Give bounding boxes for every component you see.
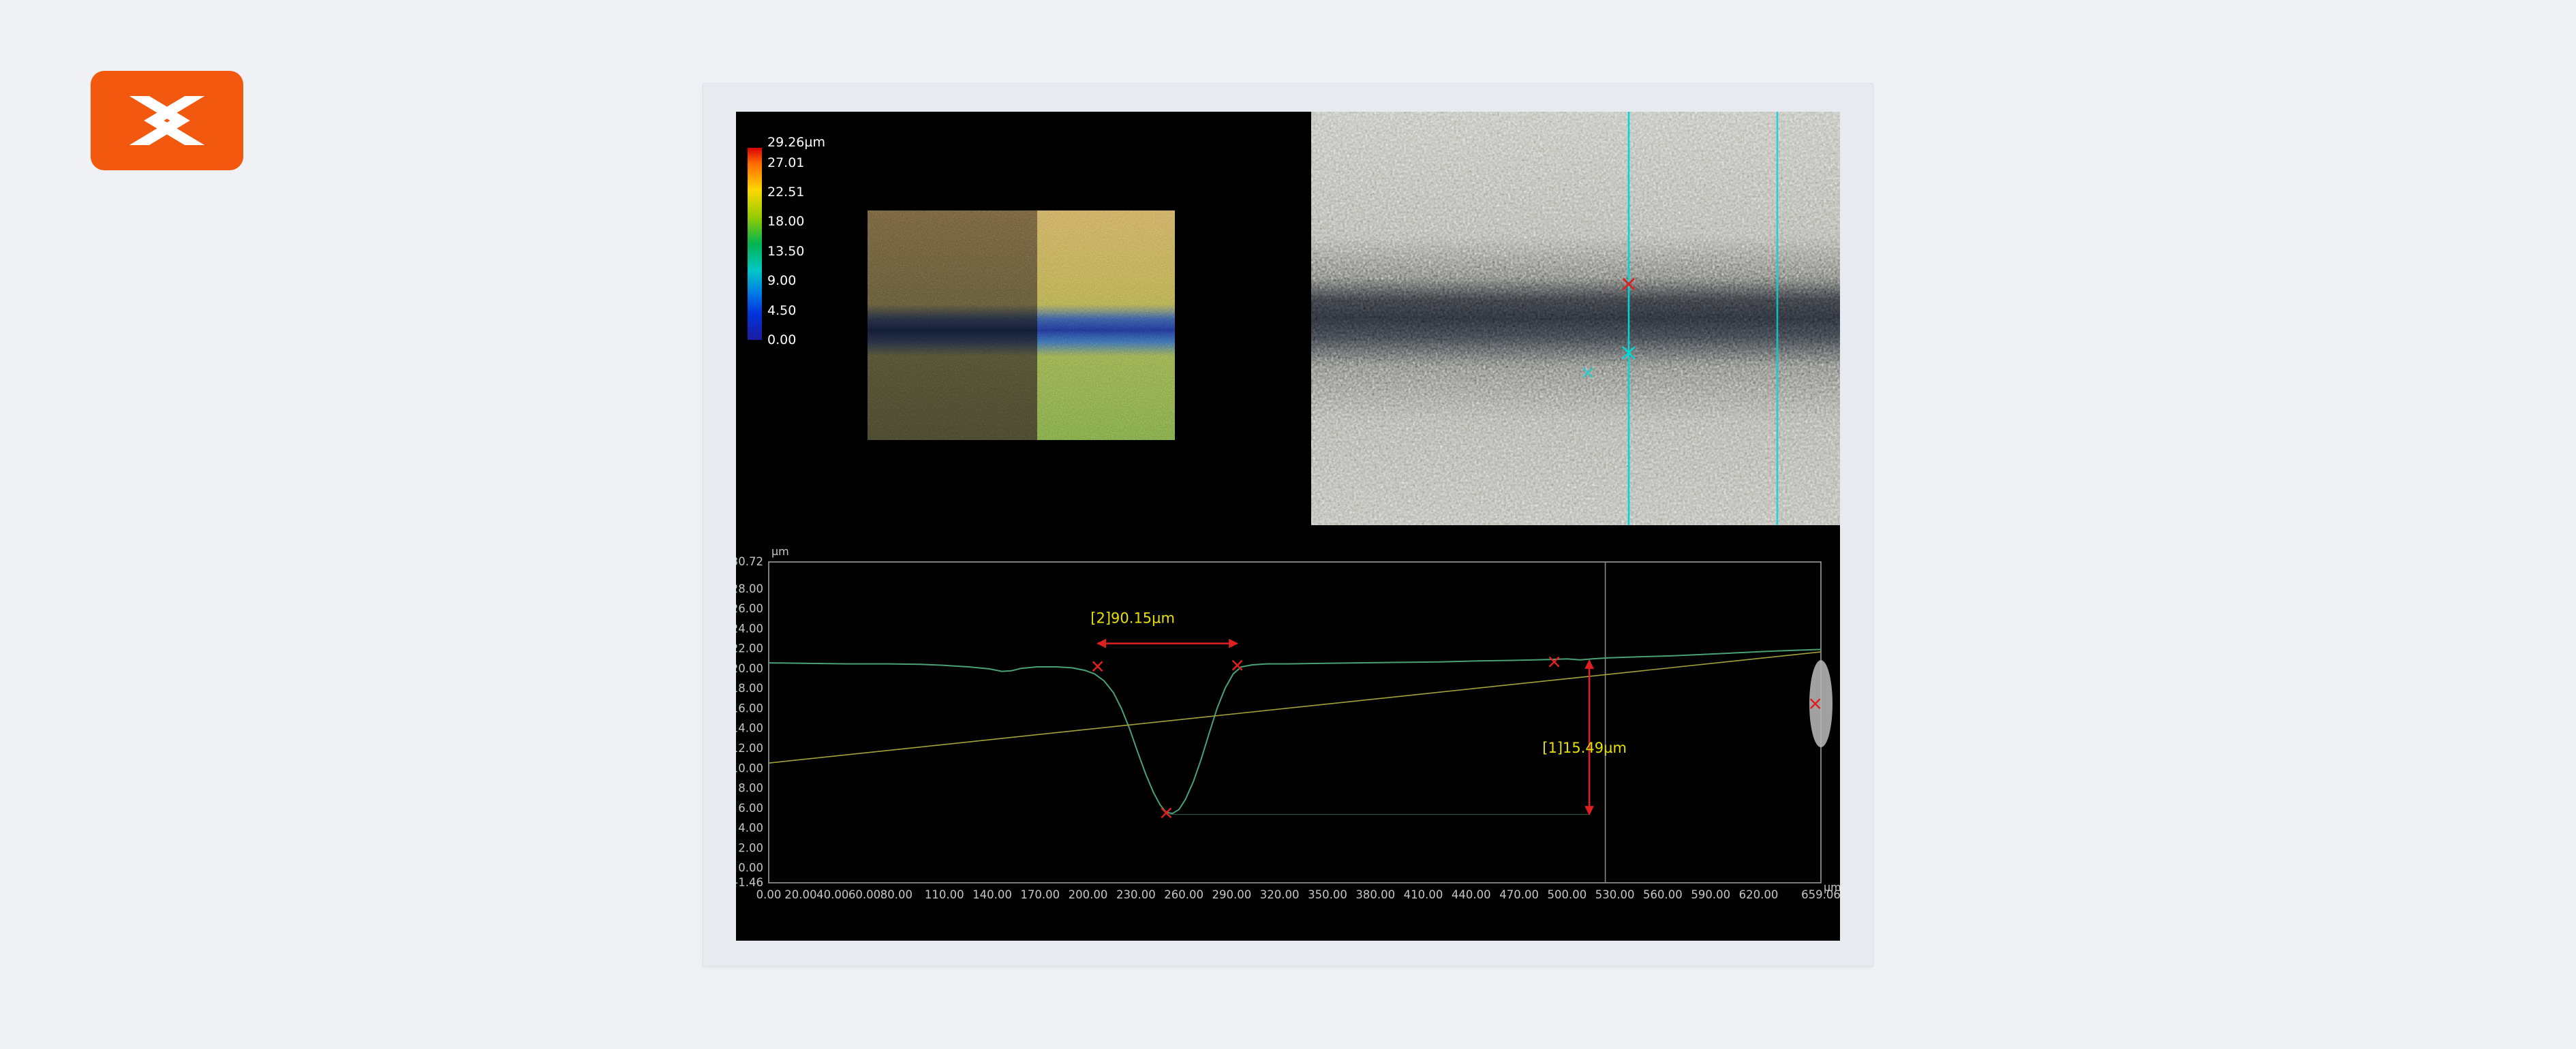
legend-label: 13.50 <box>767 244 804 259</box>
surface-profile <box>769 649 1821 813</box>
svg-text:20.00: 20.00 <box>784 888 816 901</box>
svg-text:470.00: 470.00 <box>1499 888 1539 901</box>
svg-text:20.00: 20.00 <box>736 662 763 675</box>
x-axis-unit: µm <box>1824 881 1840 894</box>
y-axis-labels: 30.72 28.00 26.00 24.00 22.00 20.00 18.00 16.00… <box>736 555 763 889</box>
svg-text:40.00: 40.00 <box>816 888 848 901</box>
measure-mark <box>1093 661 1103 671</box>
page: { "colors": { "brand_orange": "#f3580f",… <box>0 0 2576 1049</box>
svg-text:12.00: 12.00 <box>736 742 763 755</box>
height-map-render <box>868 210 1175 440</box>
svg-text:30.72: 30.72 <box>736 555 763 568</box>
height-map-image <box>868 210 1175 440</box>
svg-text:0.00: 0.00 <box>756 888 782 901</box>
svg-text:18.00: 18.00 <box>736 682 763 695</box>
measure-mark <box>1550 657 1559 667</box>
svg-text:110.00: 110.00 <box>925 888 964 901</box>
svg-text:230.00: 230.00 <box>1116 888 1156 901</box>
viewer-workspace: 29.26µm 27.01 22.51 18.00 13.50 9.00 4.5… <box>736 112 1840 941</box>
svg-text:620.00: 620.00 <box>1739 888 1779 901</box>
legend-label: 29.26µm <box>767 135 825 150</box>
legend-label: 27.01 <box>767 155 804 170</box>
legend-label: 22.51 <box>767 185 804 200</box>
measure-mark <box>1233 661 1242 670</box>
reference-line <box>769 652 1821 763</box>
scroll-handle[interactable] <box>1809 660 1833 747</box>
measurement-1: [1]15.49µm <box>1161 657 1627 818</box>
svg-text:500.00: 500.00 <box>1547 888 1586 901</box>
svg-text:0.00: 0.00 <box>738 862 763 875</box>
svg-text:530.00: 530.00 <box>1595 888 1635 901</box>
svg-text:26.00: 26.00 <box>736 602 763 615</box>
plot-frame <box>769 562 1821 883</box>
measurement-label-2: [2]90.15µm <box>1090 610 1175 627</box>
svg-text:28.00: 28.00 <box>736 582 763 595</box>
profile-chart-panel: 30.72 28.00 26.00 24.00 22.00 20.00 18.00 16.00… <box>736 527 1840 941</box>
height-map-panel: 29.26µm 27.01 22.51 18.00 13.50 9.00 4.5… <box>736 112 1308 525</box>
legend-label: 4.50 <box>767 303 796 318</box>
x-axis-labels: 0.0020.0040.0060.0080.00 110.00 140.00 170.… <box>756 888 1840 901</box>
svg-text:-1.46: -1.46 <box>736 876 763 889</box>
measurement-2: [2]90.15µm <box>1090 610 1242 672</box>
measurement-app-window: 29.26µm 27.01 22.51 18.00 13.50 9.00 4.5… <box>703 84 1873 966</box>
svg-text:80.00: 80.00 <box>880 888 913 901</box>
svg-text:10.00: 10.00 <box>736 762 763 774</box>
svg-text:170.00: 170.00 <box>1020 888 1060 901</box>
svg-text:380.00: 380.00 <box>1355 888 1395 901</box>
legend-label: 0.00 <box>767 332 796 347</box>
svg-text:350.00: 350.00 <box>1308 888 1347 901</box>
profile-chart: 30.72 28.00 26.00 24.00 22.00 20.00 18.00 16.00… <box>736 527 1840 941</box>
svg-text:260.00: 260.00 <box>1164 888 1203 901</box>
y-axis-unit: µm <box>771 545 789 558</box>
svg-text:440.00: 440.00 <box>1452 888 1491 901</box>
brand-logo <box>91 71 243 170</box>
color-scale-bar <box>748 148 762 340</box>
legend-label: 9.00 <box>767 273 796 288</box>
svg-text:200.00: 200.00 <box>1069 888 1108 901</box>
svg-text:320.00: 320.00 <box>1260 888 1300 901</box>
svg-text:8.00: 8.00 <box>738 782 763 795</box>
brand-logo-mark <box>107 82 227 159</box>
svg-text:590.00: 590.00 <box>1691 888 1730 901</box>
svg-text:6.00: 6.00 <box>738 802 763 815</box>
svg-text:4.00: 4.00 <box>738 821 763 834</box>
measurement-label-1: [1]15.49µm <box>1542 740 1627 756</box>
svg-text:22.00: 22.00 <box>736 642 763 655</box>
micrograph-panel <box>1311 112 1840 525</box>
svg-text:24.00: 24.00 <box>736 622 763 635</box>
legend-label: 18.00 <box>767 214 804 229</box>
svg-text:16.00: 16.00 <box>736 702 763 715</box>
svg-text:14.00: 14.00 <box>736 722 763 735</box>
svg-text:2.00: 2.00 <box>738 841 763 854</box>
svg-text:410.00: 410.00 <box>1404 888 1443 901</box>
svg-text:290.00: 290.00 <box>1212 888 1252 901</box>
svg-text:560.00: 560.00 <box>1643 888 1683 901</box>
svg-text:140.00: 140.00 <box>972 888 1012 901</box>
micrograph-image <box>1311 112 1840 525</box>
svg-text:60.00: 60.00 <box>848 888 880 901</box>
